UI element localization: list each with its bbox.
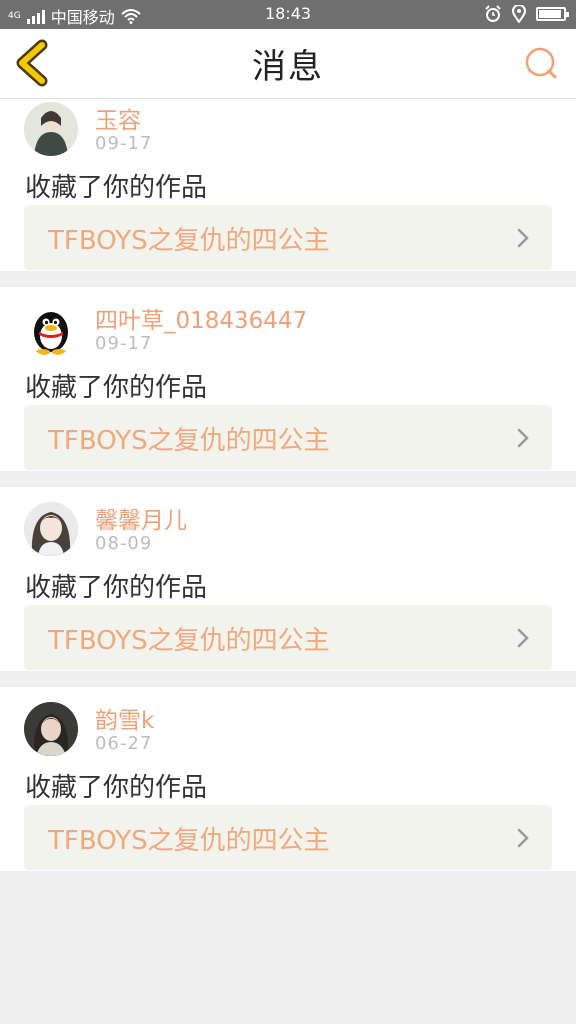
chevron-right-icon [517,628,529,648]
status-bar: 4G 中国移动 18:43 [0,0,576,29]
notification-card: 韵雪k 06-27 收藏了你的作品 TFBOYS之复仇的四公主 [0,687,576,871]
work-link[interactable]: TFBOYS之复仇的四公主 [24,405,552,470]
chevron-right-icon [517,828,529,848]
work-title: TFBOYS之复仇的四公主 [48,626,330,656]
work-title: TFBOYS之复仇的四公主 [48,826,330,856]
avatar[interactable] [24,302,78,356]
avatar[interactable] [24,102,78,156]
page-title: 消息 [252,47,324,87]
notification-card: 四叶草_018436447 09-17 收藏了你的作品 TFBOYS之复仇的四公… [0,287,576,471]
notification-list: 玉容 09-17 收藏了你的作品 TFBOYS之复仇的四公主 四叶草_01843… [0,99,576,887]
date: 08-09 [95,533,153,554]
date: 06-27 [95,733,153,754]
chevron-right-icon [517,228,529,248]
work-link[interactable]: TFBOYS之复仇的四公主 [24,605,552,670]
action-text: 收藏了你的作品 [25,573,208,603]
username[interactable]: 韵雪k [95,701,154,735]
notification-card: 馨馨月儿 08-09 收藏了你的作品 TFBOYS之复仇的四公主 [0,487,576,671]
work-title: TFBOYS之复仇的四公主 [48,226,330,256]
username[interactable]: 馨馨月儿 [95,501,187,535]
avatar[interactable] [24,502,78,556]
work-link[interactable]: TFBOYS之复仇的四公主 [24,205,552,270]
action-text: 收藏了你的作品 [25,173,208,203]
username[interactable]: 玉容 [95,101,141,135]
action-text: 收藏了你的作品 [25,373,208,403]
search-icon [525,47,557,79]
username[interactable]: 四叶草_018436447 [95,301,307,335]
work-title: TFBOYS之复仇的四公主 [48,426,330,456]
chevron-right-icon [517,428,529,448]
battery-icon [536,7,569,21]
notification-feed[interactable]: 玉容 09-17 收藏了你的作品 TFBOYS之复仇的四公主 四叶草_01843… [0,99,576,1024]
work-link[interactable]: TFBOYS之复仇的四公主 [24,805,552,870]
action-text: 收藏了你的作品 [25,773,208,803]
alarm-icon [485,5,501,22]
search-button[interactable] [524,46,558,80]
date: 09-17 [95,133,153,154]
location-icon [512,5,526,23]
notification-card: 玉容 09-17 收藏了你的作品 TFBOYS之复仇的四公主 [0,99,576,271]
date: 09-17 [95,333,153,354]
status-right [484,5,569,23]
header: 消息 [0,29,576,99]
avatar[interactable] [24,702,78,756]
